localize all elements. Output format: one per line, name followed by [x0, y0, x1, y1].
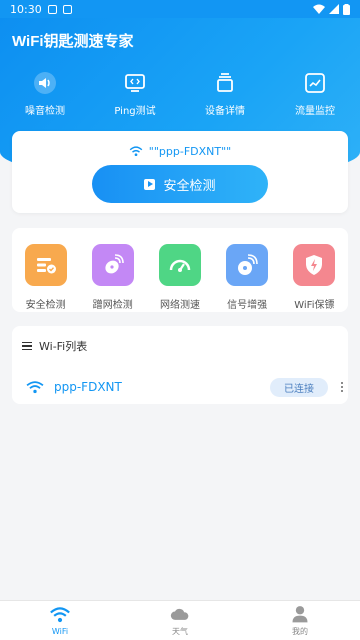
play-icon	[144, 178, 156, 190]
feature-label: 网络测速	[159, 300, 200, 311]
tool-label: 流量监控	[295, 106, 335, 117]
feature-label: 蹭网检测	[92, 300, 133, 311]
list-item[interactable]: ppp-FDXNT 已连接	[26, 377, 344, 397]
feature-label: 信号增强	[227, 300, 268, 311]
person-icon	[292, 606, 308, 623]
satellite-icon	[91, 244, 134, 286]
security-scan-label: 安全检测	[163, 177, 216, 193]
shield-icon	[293, 244, 336, 286]
chart-icon	[302, 70, 328, 96]
tool-label: 设备详情	[205, 106, 245, 117]
feature-security-scan[interactable]: 安全检测	[16, 244, 76, 311]
tool-device-details[interactable]: 设备详情	[185, 70, 265, 122]
cloud-icon	[170, 608, 189, 620]
feature-label: WiFi保镖	[294, 300, 335, 311]
feature-speed-test[interactable]: 网络测速	[150, 244, 210, 311]
feature-signal-boost[interactable]: 信号增强	[217, 244, 277, 311]
monitor-code-icon	[122, 70, 148, 96]
current-wifi-card: ""ppp-FDXNT"" 安全检测	[12, 131, 348, 213]
signal-boost-icon	[226, 244, 269, 286]
wifi-list-header: Wi-Fi列表	[22, 338, 87, 354]
wifi-status-icon	[313, 4, 325, 14]
feature-grid: 安全检测 蹭网检测 网络测速 信号增强 WiFi保镖	[12, 228, 348, 312]
wifi-list-title: Wi-Fi列表	[39, 340, 88, 353]
more-options-icon[interactable]	[340, 381, 344, 393]
tool-bar: 噪音检测 Ping测试 设备详情 流量监控	[0, 70, 360, 122]
nav-label: 我的	[292, 627, 308, 636]
wifi-icon	[26, 380, 44, 393]
list-icon	[22, 341, 32, 351]
nav-tab-profile[interactable]: 我的	[260, 604, 340, 637]
cell-signal-icon	[329, 4, 339, 14]
stack-icon	[212, 70, 238, 96]
app-notification-icon	[62, 4, 72, 14]
wifi-list-card: Wi-Fi列表 ppp-FDXNT 已连接	[12, 326, 348, 404]
tool-ping-test[interactable]: Ping测试	[95, 70, 175, 122]
tool-label: 噪音检测	[25, 106, 65, 117]
security-scan-icon	[24, 244, 67, 286]
bottom-navigation: WiFi 天气 我的	[0, 600, 360, 640]
connected-badge: 已连接	[270, 377, 328, 397]
nav-label: WiFi	[51, 627, 69, 636]
security-scan-button[interactable]: 安全检测	[92, 165, 268, 203]
nav-tab-wifi[interactable]: WiFi	[20, 605, 100, 636]
nav-label: 天气	[172, 627, 188, 636]
network-ssid: ppp-FDXNT	[54, 380, 122, 394]
app-title: WiFi钥匙测速专家	[12, 33, 134, 50]
wifi-icon	[50, 607, 70, 623]
tool-traffic-monitor[interactable]: 流量监控	[275, 70, 355, 122]
nav-tab-weather[interactable]: 天气	[140, 604, 220, 637]
tool-noise-detection[interactable]: 噪音检测	[5, 70, 85, 122]
wifi-icon	[129, 146, 143, 157]
status-time: 10:30	[10, 2, 42, 16]
tool-label: Ping测试	[114, 106, 156, 117]
current-wifi-row: ""ppp-FDXNT""	[12, 145, 348, 158]
speaker-icon	[32, 70, 58, 96]
status-bar: 10:30	[0, 0, 360, 18]
feature-freeloader-detection[interactable]: 蹭网检测	[83, 244, 143, 311]
feature-label: 安全检测	[25, 300, 66, 311]
battery-icon	[343, 3, 350, 15]
feature-wifi-guard[interactable]: WiFi保镖	[284, 244, 344, 311]
image-notification-icon	[47, 4, 57, 14]
current-ssid: ""ppp-FDXNT""	[148, 145, 232, 158]
speedometer-icon	[158, 244, 201, 286]
